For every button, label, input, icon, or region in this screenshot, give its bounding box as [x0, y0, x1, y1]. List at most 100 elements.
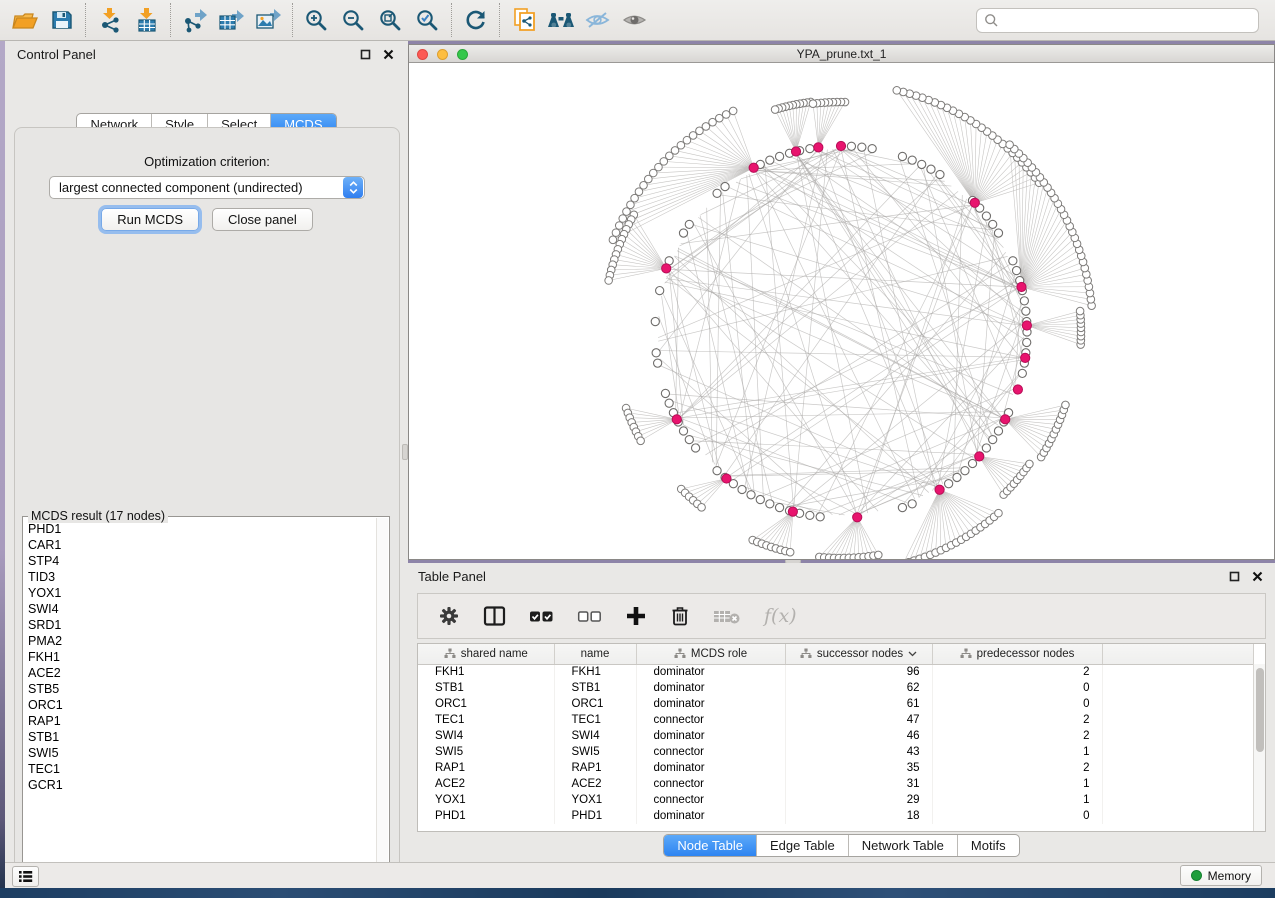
table-cell[interactable]: 0	[932, 696, 1102, 712]
graph-node[interactable]	[898, 152, 906, 160]
table-cell[interactable]: 62	[785, 680, 932, 696]
table-row[interactable]: SWI4SWI4dominator462	[418, 728, 1254, 744]
graph-node[interactable]	[652, 349, 660, 357]
table-row[interactable]: RAP1RAP1dominator352	[418, 760, 1254, 776]
mcds-result-item[interactable]: PMA2	[28, 633, 376, 649]
table-cell[interactable]: 1	[932, 776, 1102, 792]
tab-edge-table[interactable]: Edge Table	[756, 835, 848, 856]
table-cell[interactable]: 35	[785, 760, 932, 776]
table-cell[interactable]	[1102, 808, 1254, 824]
table-cell[interactable]: FKH1	[418, 664, 554, 680]
graph-node[interactable]	[713, 189, 721, 197]
show-all-icon[interactable]	[616, 4, 653, 36]
graph-node[interactable]	[1018, 369, 1026, 377]
refresh-icon[interactable]	[457, 4, 494, 36]
mcds-node[interactable]	[1013, 385, 1022, 394]
graph-node[interactable]	[609, 236, 617, 244]
table-cell[interactable]	[1102, 664, 1254, 680]
graph-node[interactable]	[936, 170, 944, 178]
graph-node[interactable]	[995, 509, 1003, 517]
table-cell[interactable]: dominator	[636, 728, 785, 744]
close-panel-button[interactable]: Close panel	[212, 208, 313, 231]
graph-node[interactable]	[623, 208, 631, 216]
mcds-node[interactable]	[788, 507, 797, 516]
mcds-node[interactable]	[935, 485, 944, 494]
mcds-node[interactable]	[722, 474, 731, 483]
mac-zoom-icon[interactable]	[457, 49, 468, 60]
graph-node[interactable]	[729, 107, 737, 115]
graph-node[interactable]	[1023, 338, 1031, 346]
table-cell[interactable]: 61	[785, 696, 932, 712]
graph-node[interactable]	[654, 359, 662, 367]
table-cell[interactable]: dominator	[636, 808, 785, 824]
open-file-icon[interactable]	[6, 4, 43, 36]
table-cell[interactable]: ACE2	[418, 776, 554, 792]
search-input[interactable]	[999, 13, 1258, 28]
table-cell[interactable]: connector	[636, 792, 785, 808]
table-cell[interactable]: dominator	[636, 664, 785, 680]
graph-node[interactable]	[847, 142, 855, 150]
zoom-in-icon[interactable]	[298, 4, 335, 36]
table-cell[interactable]: dominator	[636, 680, 785, 696]
mcds-node[interactable]	[970, 198, 979, 207]
graph-node[interactable]	[679, 229, 687, 237]
graph-node[interactable]	[721, 182, 729, 190]
table-scrollbar[interactable]	[1253, 664, 1265, 831]
graph-node[interactable]	[806, 145, 814, 153]
mcds-result-item[interactable]: SWI4	[28, 601, 376, 617]
table-cell[interactable]: SWI4	[554, 728, 636, 744]
table-cell[interactable]: 2	[932, 728, 1102, 744]
mcds-result-item[interactable]: SRD1	[28, 617, 376, 633]
mcds-node[interactable]	[814, 143, 823, 152]
graph-node[interactable]	[771, 106, 779, 114]
memory-button[interactable]: Memory	[1180, 865, 1262, 886]
graph-node[interactable]	[691, 444, 699, 452]
table-cell[interactable]: 2	[932, 664, 1102, 680]
mcds-node[interactable]	[662, 264, 671, 273]
table-cell[interactable]: connector	[636, 744, 785, 760]
mcds-result-item[interactable]: CAR1	[28, 537, 376, 553]
column-layout-icon[interactable]	[483, 605, 506, 627]
table-cell[interactable]: connector	[636, 712, 785, 728]
table-cell[interactable]: PHD1	[418, 808, 554, 824]
graph-node[interactable]	[858, 143, 866, 151]
table-row[interactable]: TEC1TEC1connector472	[418, 712, 1254, 728]
graph-node[interactable]	[698, 504, 706, 512]
float-panel-icon[interactable]	[357, 47, 373, 63]
table-cell[interactable]: 46	[785, 728, 932, 744]
graph-node[interactable]	[661, 389, 669, 397]
mac-minimize-icon[interactable]	[437, 49, 448, 60]
graph-node[interactable]	[747, 491, 755, 499]
table-cell[interactable]	[1102, 744, 1254, 760]
table-cell[interactable]: 43	[785, 744, 932, 760]
graph-node[interactable]	[989, 220, 997, 228]
mcds-node[interactable]	[749, 163, 758, 172]
table-cell[interactable]	[1102, 680, 1254, 696]
table-cell[interactable]: RAP1	[418, 760, 554, 776]
graph-node[interactable]	[679, 427, 687, 435]
table-cell[interactable]: STB1	[418, 680, 554, 696]
table-row[interactable]: YOX1YOX1connector291	[418, 792, 1254, 808]
graph-node[interactable]	[1020, 297, 1028, 305]
mcds-result-item[interactable]: FKH1	[28, 649, 376, 665]
table-cell[interactable]: 2	[932, 760, 1102, 776]
graph-node[interactable]	[756, 495, 764, 503]
graph-node[interactable]	[898, 503, 906, 511]
export-image-icon[interactable]	[250, 4, 287, 36]
table-cell[interactable]: 2	[932, 712, 1102, 728]
mcds-result-item[interactable]: GCR1	[28, 777, 376, 793]
graph-node[interactable]	[945, 480, 953, 488]
zoom-selected-icon[interactable]	[409, 4, 446, 36]
mcds-result-item[interactable]: RAP1	[28, 713, 376, 729]
column-header-name[interactable]: name	[554, 644, 636, 664]
column-header-successor-nodes[interactable]: successor nodes	[785, 644, 932, 664]
table-cell[interactable]: TEC1	[418, 712, 554, 728]
mcds-result-item[interactable]: STP4	[28, 553, 376, 569]
mcds-node[interactable]	[853, 513, 862, 522]
table-cell[interactable]: ORC1	[554, 696, 636, 712]
mcds-node[interactable]	[1021, 353, 1030, 362]
graph-node[interactable]	[918, 160, 926, 168]
table-cell[interactable]: dominator	[636, 760, 785, 776]
column-header-shared-name[interactable]: shared name	[418, 644, 554, 664]
table-cell[interactable]: SWI5	[418, 744, 554, 760]
